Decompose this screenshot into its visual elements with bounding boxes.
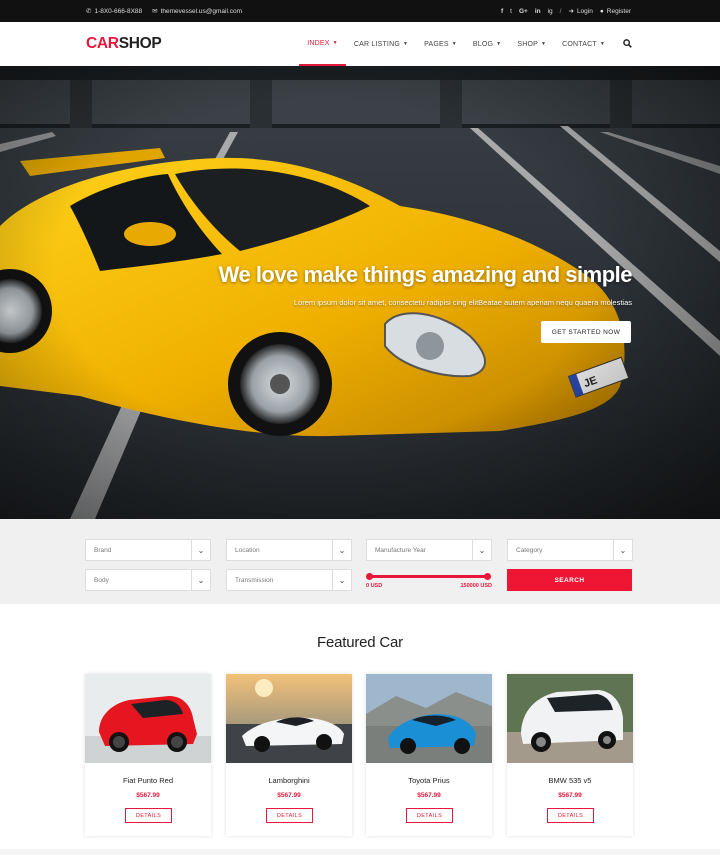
price-max-label: 150000 USD xyxy=(460,583,493,589)
login-icon: ➜ xyxy=(568,8,574,15)
phone-icon: ✆ xyxy=(86,8,92,15)
get-started-button[interactable]: GET STARTED NOW xyxy=(541,321,631,343)
body-select[interactable]: Body ⌄ xyxy=(85,569,211,591)
facebook-icon[interactable]: f xyxy=(501,8,503,15)
search-button[interactable]: SEARCH xyxy=(507,569,632,591)
chevron-down-icon: ⌄ xyxy=(332,540,351,560)
site-logo[interactable]: CARSHOP xyxy=(86,35,162,53)
chevron-down-icon: ▼ xyxy=(540,41,547,47)
register-link[interactable]: ● Register xyxy=(600,8,631,15)
category-select-value: Category xyxy=(516,546,543,554)
hero-subtitle: Lorem ipsum dolor sit amet, consectetu r… xyxy=(293,298,632,307)
linkedin-icon[interactable]: in xyxy=(535,8,541,15)
nav-item-label: BLOG xyxy=(472,40,494,48)
email-contact[interactable]: ✉ themevessel.us@gmail.com xyxy=(152,7,242,16)
price-range-track xyxy=(369,575,489,578)
transmission-select-value: Transmission xyxy=(235,576,274,584)
car-price: $567.99 xyxy=(417,792,441,799)
twitter-icon[interactable]: t xyxy=(510,8,512,15)
top-bar: ✆ 1-8X0-666-8X88 ✉ themevessel.us@gmail.… xyxy=(0,0,720,22)
price-min-handle[interactable] xyxy=(366,573,373,580)
car-card[interactable]: Fiat Punto Red $567.99 DETAILS xyxy=(85,674,211,836)
nav-item-pages[interactable]: PAGES ▼ xyxy=(416,22,465,66)
details-button[interactable]: DETAILS xyxy=(266,808,313,823)
brand-select[interactable]: Brand ⌄ xyxy=(85,539,211,561)
nav-item-label: SHOP xyxy=(517,40,538,48)
car-image[interactable] xyxy=(366,674,492,763)
hero-car-image: JE xyxy=(0,66,720,519)
body-select-value: Body xyxy=(94,576,109,584)
nav-item-blog[interactable]: BLOG ▼ xyxy=(465,22,509,66)
nav-item-index[interactable]: INDEX ▼ xyxy=(299,22,346,66)
search-icon[interactable] xyxy=(613,38,632,50)
featured-section: Featured Car Fiat Punto Red $567.99 DETA… xyxy=(0,604,720,855)
car-card[interactable]: Toyota Prius $567.99 DETAILS xyxy=(366,674,492,836)
hero-banner: JE We love make things amazing and simpl… xyxy=(0,66,720,519)
nav-item-label: CONTACT xyxy=(562,40,597,48)
car-image[interactable] xyxy=(85,674,211,763)
login-label: Login xyxy=(576,7,593,15)
car-card[interactable]: BMW 535 v5 $567.99 DETAILS xyxy=(507,674,633,836)
hero-title: We love make things amazing and simple xyxy=(218,262,633,287)
login-link[interactable]: ➜ Login xyxy=(568,7,593,16)
phone-number: 1-8X0-666-8X88 xyxy=(94,7,143,15)
location-select[interactable]: Location ⌄ xyxy=(226,539,352,561)
brand-select-value: Brand xyxy=(94,546,112,554)
car-image[interactable] xyxy=(507,674,633,763)
details-button[interactable]: DETAILS xyxy=(547,808,594,823)
car-price: $567.99 xyxy=(558,792,582,799)
chevron-down-icon: ▼ xyxy=(496,41,502,47)
car-name: Toyota Prius xyxy=(408,776,450,785)
chevron-down-icon: ⌄ xyxy=(613,540,632,560)
chevron-down-icon: ⌄ xyxy=(191,570,210,590)
main-nav: INDEX ▼ CAR LISTING ▼ PAGES ▼ BLOG ▼ SHO… xyxy=(299,22,632,66)
footer-edge xyxy=(0,849,720,855)
nav-item-car-listing[interactable]: CAR LISTING ▼ xyxy=(346,22,416,66)
chevron-down-icon: ⌄ xyxy=(191,540,210,560)
transmission-select[interactable]: Transmission ⌄ xyxy=(226,569,352,591)
register-label: Register xyxy=(606,7,631,15)
car-name: Lamborghini xyxy=(268,776,310,785)
google-plus-icon[interactable]: G+ xyxy=(519,8,528,15)
phone-contact[interactable]: ✆ 1-8X0-666-8X88 xyxy=(86,7,143,16)
details-button[interactable]: DETAILS xyxy=(406,808,453,823)
chevron-down-icon: ▼ xyxy=(599,41,605,47)
nav-item-label: INDEX xyxy=(307,39,330,47)
email-address: themevessel.us@gmail.com xyxy=(160,7,242,15)
car-price: $567.99 xyxy=(277,792,301,799)
car-price: $567.99 xyxy=(136,792,160,799)
category-select[interactable]: Category ⌄ xyxy=(507,539,633,561)
car-image[interactable] xyxy=(226,674,352,763)
car-name: Fiat Punto Red xyxy=(122,776,174,785)
instagram-icon[interactable]: ig xyxy=(548,8,553,15)
section-title: Featured Car xyxy=(317,634,403,651)
chevron-down-icon: ▼ xyxy=(451,41,457,47)
site-header: CARSHOP INDEX ▼ CAR LISTING ▼ PAGES ▼ BL… xyxy=(0,22,720,66)
car-card[interactable]: Lamborghini $567.99 DETAILS xyxy=(226,674,352,836)
chevron-down-icon: ▼ xyxy=(402,41,409,47)
search-filters xyxy=(0,519,720,604)
details-button[interactable]: DETAILS xyxy=(125,808,172,823)
year-select[interactable]: Manufacture Year ⌄ xyxy=(366,539,492,561)
mail-icon: ✉ xyxy=(152,8,158,15)
chevron-down-icon: ⌄ xyxy=(332,570,351,590)
nav-item-label: PAGES xyxy=(424,40,449,48)
price-max-handle[interactable] xyxy=(484,573,491,580)
logo-part-shop: SHOP xyxy=(118,35,162,52)
chevron-down-icon: ⌄ xyxy=(472,540,491,560)
nav-item-label: CAR LISTING xyxy=(353,40,400,48)
nav-item-shop[interactable]: SHOP ▼ xyxy=(509,22,554,66)
location-select-value: Location xyxy=(235,546,260,554)
chevron-down-icon: ▼ xyxy=(332,40,338,46)
user-icon: ● xyxy=(599,7,604,15)
price-range-slider[interactable]: 0 USD 150000 USD xyxy=(366,573,492,593)
year-select-value: Manufacture Year xyxy=(375,546,426,554)
nav-item-contact[interactable]: CONTACT ▼ xyxy=(554,22,613,66)
topbar-separator: / xyxy=(559,7,562,15)
price-min-label: 0 USD xyxy=(366,583,383,589)
car-name: BMW 535 v5 xyxy=(548,776,592,785)
logo-part-car: CAR xyxy=(86,35,119,52)
